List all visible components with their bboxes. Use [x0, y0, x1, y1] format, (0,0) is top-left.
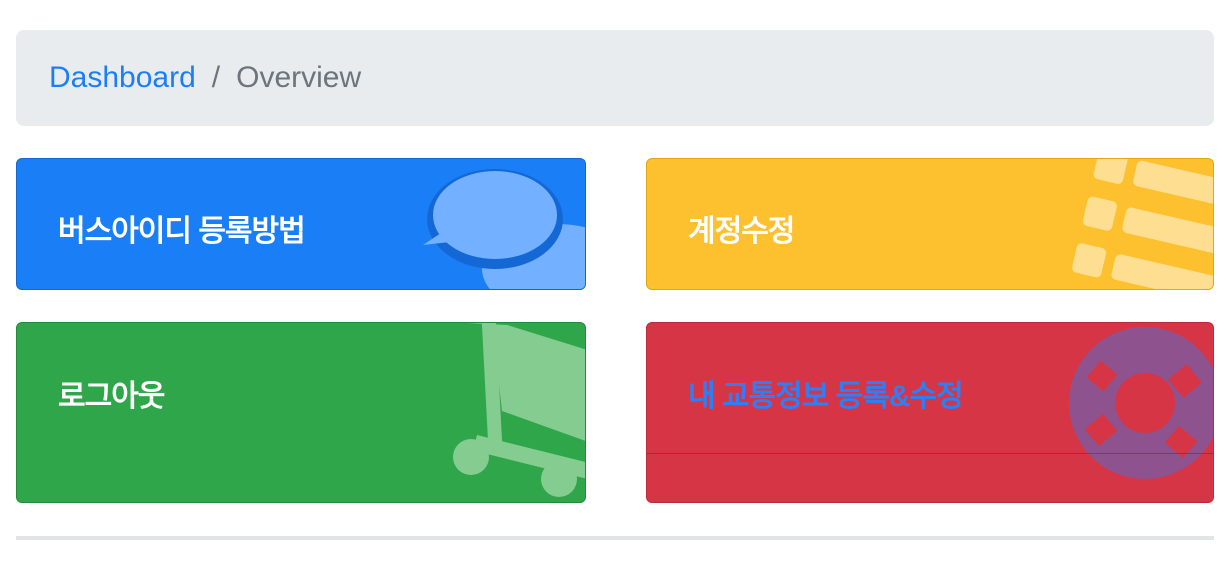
- account-edit-label: 계정수정: [688, 215, 795, 248]
- breadcrumb: Dashboard / Overview: [16, 30, 1214, 126]
- list-icon: [1072, 159, 1213, 289]
- traffic-info-label: 내 교통정보 등록&수정: [688, 380, 964, 413]
- breadcrumb-separator: /: [211, 61, 221, 94]
- logout-card[interactable]: 로그아웃: [16, 322, 586, 503]
- bus-id-registration-card[interactable]: 버스아이디 등록방법: [16, 158, 586, 290]
- speech-bubble-icon: [423, 169, 585, 289]
- life-ring-icon: [1069, 327, 1213, 479]
- account-edit-card[interactable]: 계정수정: [646, 158, 1214, 290]
- shopping-cart-icon: [453, 323, 585, 497]
- card-footer-divider: [647, 453, 1213, 454]
- bus-id-registration-label: 버스아이디 등록방법: [58, 215, 306, 248]
- bottom-divider: [16, 536, 1214, 540]
- breadcrumb-current: Overview: [236, 61, 362, 94]
- logout-label: 로그아웃: [58, 380, 165, 413]
- traffic-info-card[interactable]: 내 교통정보 등록&수정: [646, 322, 1214, 503]
- breadcrumb-dashboard-link[interactable]: Dashboard: [49, 61, 196, 95]
